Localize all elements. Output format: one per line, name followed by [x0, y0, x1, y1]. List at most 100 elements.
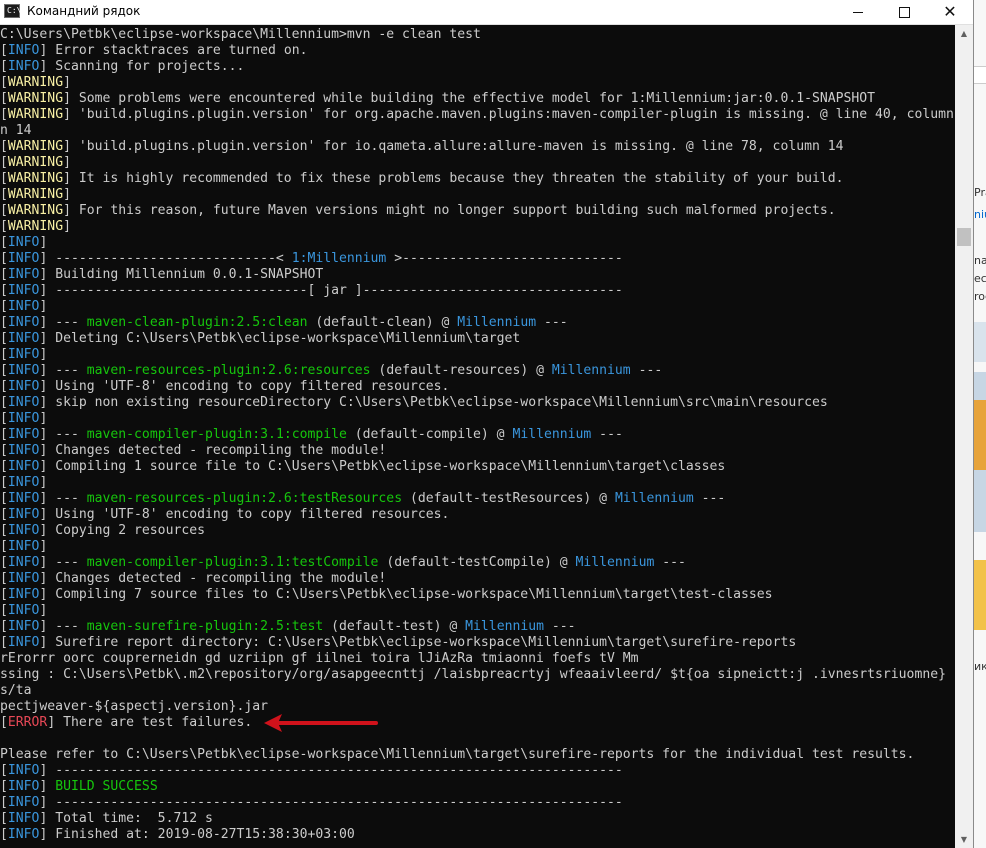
console-line: [INFO]	[0, 475, 954, 491]
console-text: ]	[39, 603, 48, 618]
console-text: [	[0, 363, 8, 378]
title-bar[interactable]: C:\ Командний рядок ✕	[0, 0, 973, 25]
console-line: [INFO] Building Millennium 0.0.1-SNAPSHO…	[0, 267, 954, 283]
console-text: [	[0, 475, 8, 490]
console-text: [	[0, 187, 8, 202]
console-line: [WARNING]	[0, 75, 954, 91]
project-name: 1:Millennium	[291, 251, 387, 266]
console-text: ]	[63, 75, 71, 90]
console-text: ]	[63, 155, 71, 170]
console-line: [INFO] ----------------------------< 1:M…	[0, 251, 954, 267]
console-text: ] Changes detected - recompiling the mod…	[39, 571, 387, 586]
console-line: [INFO] Deleting C:\Users\Petbk\eclipse-w…	[0, 331, 954, 347]
background-text-6: ик	[974, 660, 986, 673]
console-text: C:\Users\Petbk\eclipse-workspace\Millenn…	[0, 27, 481, 42]
background-window[interactable]: Pra niu nac eci roc ик	[974, 0, 986, 848]
close-button[interactable]: ✕	[927, 0, 973, 24]
console-text: ] Building Millennium 0.0.1-SNAPSHOT	[39, 267, 324, 282]
log-level-info: INFO	[7, 491, 40, 506]
console-text: s/ta	[0, 683, 32, 698]
console-text: [	[0, 539, 8, 554]
console-text: [	[0, 347, 8, 362]
console-line: [INFO] --- maven-surefire-plugin:2.5:tes…	[0, 619, 954, 635]
console-output[interactable]: C:\Users\Petbk\eclipse-workspace\Millenn…	[0, 25, 955, 848]
console-text: ] ---	[39, 555, 87, 570]
console-line: Please refer to C:\Users\Petbk\eclipse-w…	[0, 747, 954, 763]
console-text: [	[0, 91, 8, 106]
console-text: (default-clean) @	[307, 315, 458, 330]
log-level-info: INFO	[7, 443, 40, 458]
maximize-button[interactable]	[881, 0, 927, 24]
console-line: [INFO] BUILD SUCCESS	[0, 779, 954, 795]
log-level-info: INFO	[7, 795, 40, 810]
console-text: ]	[39, 347, 48, 362]
console-line: [INFO] --- maven-resources-plugin:2.6:te…	[0, 491, 954, 507]
log-level-info: INFO	[7, 267, 40, 282]
vertical-scrollbar[interactable]: ▲ ▼	[955, 25, 973, 848]
maximize-icon	[898, 6, 910, 18]
console-text: [	[0, 507, 8, 522]
project-name: Millennium	[614, 491, 694, 506]
console-text: ]	[39, 779, 56, 794]
log-level-error: ERROR	[7, 715, 48, 730]
console-line: [INFO] Copying 2 resources	[0, 523, 954, 539]
highlighted-text: maven-resources-plugin:2.6:testResources	[86, 491, 403, 506]
console-text: [	[0, 219, 8, 234]
console-line: [INFO] Surefire report directory: C:\Use…	[0, 635, 954, 651]
console-line: pectjweaver-${aspectj.version}.jar	[0, 699, 954, 715]
project-name: Millennium	[512, 427, 592, 442]
highlighted-text: maven-resources-plugin:2.6:resources	[86, 363, 371, 378]
console-text: ] --------------------------------------…	[39, 763, 623, 778]
background-text-3: nac	[974, 254, 986, 267]
project-name: Millennium	[551, 363, 631, 378]
log-level-info: INFO	[7, 315, 40, 330]
scroll-down-arrow-icon[interactable]: ▼	[955, 831, 973, 848]
log-level-info: INFO	[7, 411, 40, 426]
console-text: (default-testResources) @	[402, 491, 615, 506]
log-level-info: INFO	[7, 331, 40, 346]
log-level-info: INFO	[7, 427, 40, 442]
log-level-warning: WARNING	[7, 219, 64, 234]
cmd-app-icon[interactable]: C:\	[4, 4, 22, 18]
console-text: ]	[63, 219, 71, 234]
console-line: [INFO] ---------------------------------…	[0, 763, 954, 779]
window-title: Командний рядок	[27, 4, 141, 18]
log-level-info: INFO	[7, 251, 40, 266]
console-text: [	[0, 331, 8, 346]
cmd-icon-glyph: C:\	[7, 6, 22, 15]
console-text: ] Using 'UTF-8' encoding to copy filtere…	[39, 379, 450, 394]
command-prompt-window: C:\ Командний рядок ✕ C:\Users\Petbk\ecl…	[0, 0, 974, 848]
log-level-info: INFO	[7, 523, 40, 538]
log-level-info: INFO	[7, 283, 40, 298]
console-lines: C:\Users\Petbk\eclipse-workspace\Millenn…	[0, 27, 954, 843]
console-text: ] Some problems were encountered while b…	[63, 91, 876, 106]
log-level-info: INFO	[7, 459, 40, 474]
log-level-info: INFO	[7, 619, 40, 634]
console-line: [INFO] skip non existing resourceDirecto…	[0, 395, 954, 411]
console-text: [	[0, 251, 8, 266]
console-line: [INFO] --------------------------------[…	[0, 283, 954, 299]
log-level-warning: WARNING	[7, 171, 64, 186]
console-line: [INFO]	[0, 411, 954, 427]
console-text: [	[0, 43, 8, 58]
minimize-button[interactable]	[835, 0, 881, 24]
log-level-info: INFO	[7, 43, 40, 58]
console-text: (default-resources) @	[370, 363, 552, 378]
highlighted-text: maven-compiler-plugin:3.1:compile	[86, 427, 347, 442]
console-text: ---	[630, 363, 663, 378]
highlighted-text: maven-surefire-plugin:2.5:test	[86, 619, 324, 634]
highlighted-text: maven-clean-plugin:2.5:clean	[86, 315, 308, 330]
console-text: [	[0, 283, 8, 298]
console-line: [INFO] --- maven-compiler-plugin:3.1:com…	[0, 427, 954, 443]
log-level-info: INFO	[7, 811, 40, 826]
scroll-up-arrow-icon[interactable]: ▲	[955, 25, 973, 42]
console-line: [INFO] --- maven-compiler-plugin:3.1:tes…	[0, 555, 954, 571]
scrollbar-thumb[interactable]	[957, 228, 971, 246]
console-line: [WARNING]	[0, 219, 954, 235]
log-level-info: INFO	[7, 475, 40, 490]
console-line: [INFO]	[0, 603, 954, 619]
console-text: [	[0, 635, 8, 650]
log-level-info: INFO	[7, 507, 40, 522]
console-text: ] 'build.plugins.plugin.version' for org…	[63, 107, 954, 122]
